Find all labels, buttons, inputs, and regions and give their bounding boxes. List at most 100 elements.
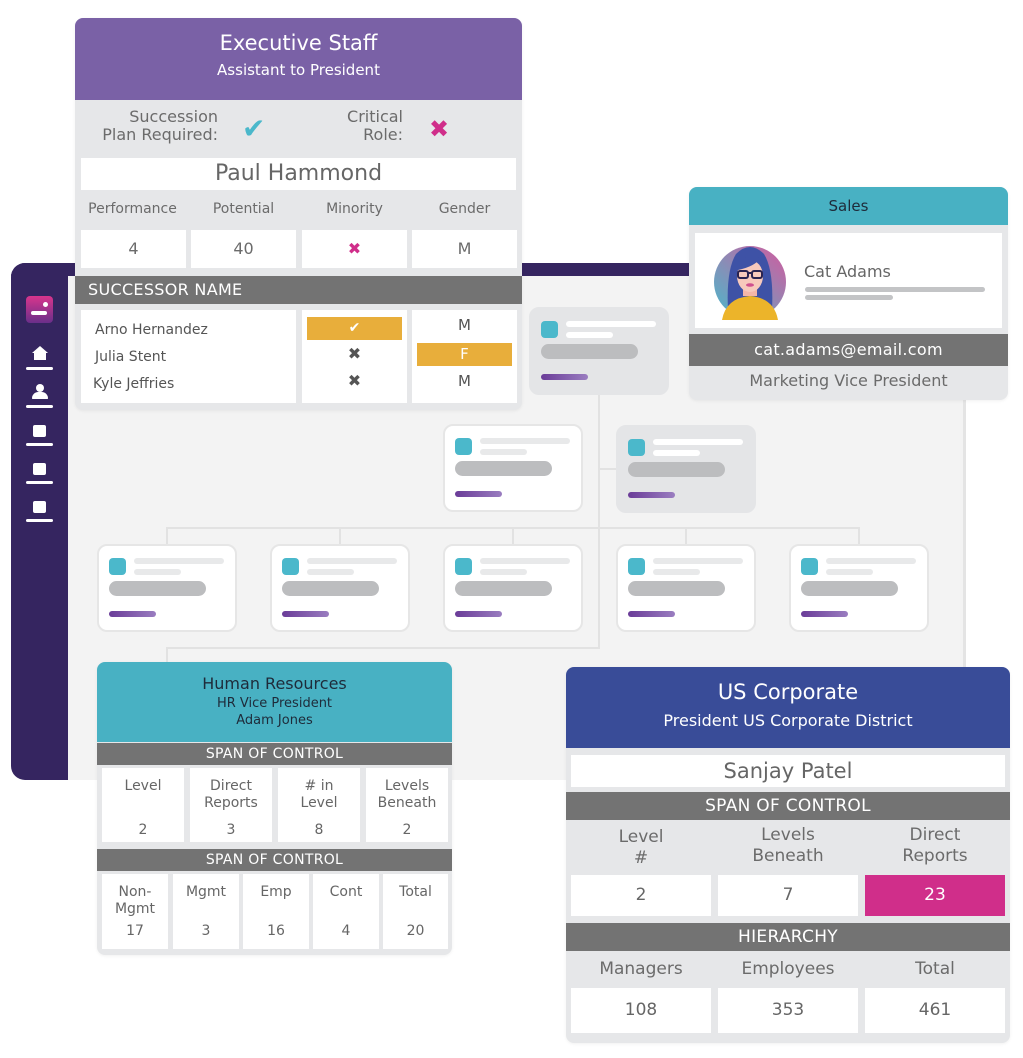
avatar xyxy=(714,246,786,320)
span-cell-emp: Emp 16 xyxy=(243,874,309,949)
square-icon xyxy=(33,463,46,475)
gender-value: M xyxy=(458,316,471,334)
org-node[interactable] xyxy=(616,544,756,632)
total-value: 461 xyxy=(865,988,1005,1033)
position-title: Assistant to President xyxy=(217,61,380,79)
org-node[interactable] xyxy=(97,544,237,632)
department-title: Human Resources xyxy=(202,674,347,693)
column-header: Potential xyxy=(212,201,275,217)
sidebar-item-5[interactable] xyxy=(25,495,55,525)
department-title: Sales xyxy=(689,187,1008,225)
successor-gender-column: M F M xyxy=(412,310,517,403)
potential-value: 40 xyxy=(191,230,296,268)
employee-name: Sanjay Patel xyxy=(571,755,1005,787)
square-icon xyxy=(33,501,46,513)
department-title: Executive Staff xyxy=(219,31,378,55)
span-cell-mgmt: Mgmt 3 xyxy=(173,874,239,949)
gender-value: M xyxy=(412,230,517,268)
successor-minority-column: ✔ ✖ ✖ xyxy=(302,310,407,403)
critical-role-label: Critical Role: xyxy=(347,107,403,144)
column-header: Minority xyxy=(326,201,383,217)
human-resources-card: Human Resources HR Vice President Adam J… xyxy=(97,662,452,955)
span-cell-in-level: # in Level 8 xyxy=(278,768,360,842)
profile-panel: Cat Adams xyxy=(695,233,1002,328)
connector-line xyxy=(512,527,514,545)
levels-beneath-label: Levels Beneath xyxy=(752,825,824,866)
column-header: Gender xyxy=(438,201,491,217)
executive-staff-card: Executive Staff Assistant to President S… xyxy=(75,18,522,410)
connector-line xyxy=(685,527,687,545)
org-node[interactable] xyxy=(616,425,756,513)
check-icon: ✔ xyxy=(307,317,402,340)
job-title: Marketing Vice President xyxy=(749,371,948,390)
placeholder-line xyxy=(805,295,893,300)
span-cell-cont: Cont 4 xyxy=(313,874,379,949)
department-title: US Corporate xyxy=(717,680,859,704)
employee-name: Adam Jones xyxy=(236,713,313,728)
org-node[interactable] xyxy=(443,424,583,512)
cross-icon: ✖ xyxy=(347,344,362,363)
sidebar-item-3[interactable] xyxy=(25,419,55,449)
position-title: President US Corporate District xyxy=(663,711,913,730)
square-icon xyxy=(33,425,46,437)
successor-name[interactable]: Julia Stent xyxy=(95,349,166,365)
cross-icon: ✖ xyxy=(347,371,362,390)
org-node[interactable] xyxy=(789,544,929,632)
level-value: 2 xyxy=(571,875,711,916)
successor-name[interactable]: Arno Hernandez xyxy=(95,322,208,338)
gender-value: M xyxy=(458,372,471,390)
cross-icon: ✖ xyxy=(302,230,407,268)
placeholder-line xyxy=(805,287,985,292)
org-node[interactable] xyxy=(443,544,583,632)
connector-line xyxy=(598,392,600,649)
span-cell-total: Total 20 xyxy=(383,874,448,949)
span-cell-level: Level 2 xyxy=(102,768,184,842)
sales-profile-card: Sales Cat Adams cat.adams@email.com Mark… xyxy=(689,187,1008,400)
employees-label: Employees xyxy=(741,959,835,979)
employee-name: Cat Adams xyxy=(804,262,891,281)
column-header: Performance xyxy=(88,201,177,217)
succession-plan-label: Succession Plan Required: xyxy=(102,107,218,144)
employees-value: 353 xyxy=(718,988,858,1033)
cross-icon: ✖ xyxy=(429,115,450,143)
levels-beneath-value: 7 xyxy=(718,875,858,916)
connector-line xyxy=(339,527,341,545)
org-node[interactable] xyxy=(270,544,410,632)
span-of-control-header: SPAN OF CONTROL xyxy=(97,849,452,871)
span-cell-non-mgmt: Non- Mgmt 17 xyxy=(102,874,168,949)
gender-value: F xyxy=(417,343,512,366)
performance-value: 4 xyxy=(81,230,186,268)
check-icon: ✔ xyxy=(242,112,266,145)
connector-line xyxy=(166,527,168,545)
card-header: Human Resources HR Vice President Adam J… xyxy=(97,662,452,742)
sidebar xyxy=(11,263,68,780)
span-of-control-header: SPAN OF CONTROL xyxy=(566,792,1010,820)
position-title: HR Vice President xyxy=(216,696,333,711)
org-node[interactable] xyxy=(529,307,669,395)
connector-line xyxy=(166,647,600,649)
hierarchy-header: HIERARCHY xyxy=(566,923,1010,951)
managers-label: Managers xyxy=(599,959,683,979)
span-of-control-header: SPAN OF CONTROL xyxy=(97,743,452,765)
span-cell-direct-reports: Direct Reports 3 xyxy=(190,768,272,842)
direct-reports-label: Direct Reports xyxy=(902,825,968,866)
email-link[interactable]: cat.adams@email.com xyxy=(689,334,1008,366)
connector-line xyxy=(598,468,616,470)
flags-row: Succession Plan Required: ✔ Critical Rol… xyxy=(75,100,522,158)
span-cell-levels-beneath: Levels Beneath 2 xyxy=(366,768,448,842)
connector-line xyxy=(858,527,860,545)
sidebar-item-home[interactable] xyxy=(25,343,55,373)
employee-name: Paul Hammond xyxy=(81,158,516,190)
direct-reports-value: 23 xyxy=(865,875,1005,916)
sidebar-item-people[interactable] xyxy=(25,381,55,411)
managers-value: 108 xyxy=(571,988,711,1033)
successor-name[interactable]: Kyle Jeffries xyxy=(93,376,174,392)
sidebar-item-4[interactable] xyxy=(25,457,55,487)
total-label: Total xyxy=(915,959,955,979)
card-header: Executive Staff Assistant to President xyxy=(75,18,522,100)
connector-line xyxy=(166,647,168,663)
us-corporate-card: US Corporate President US Corporate Dist… xyxy=(566,667,1010,1043)
successor-header: SUCCESSOR NAME xyxy=(75,276,522,304)
card-header: US Corporate President US Corporate Dist… xyxy=(566,667,1010,748)
app-logo-icon[interactable] xyxy=(26,296,53,323)
